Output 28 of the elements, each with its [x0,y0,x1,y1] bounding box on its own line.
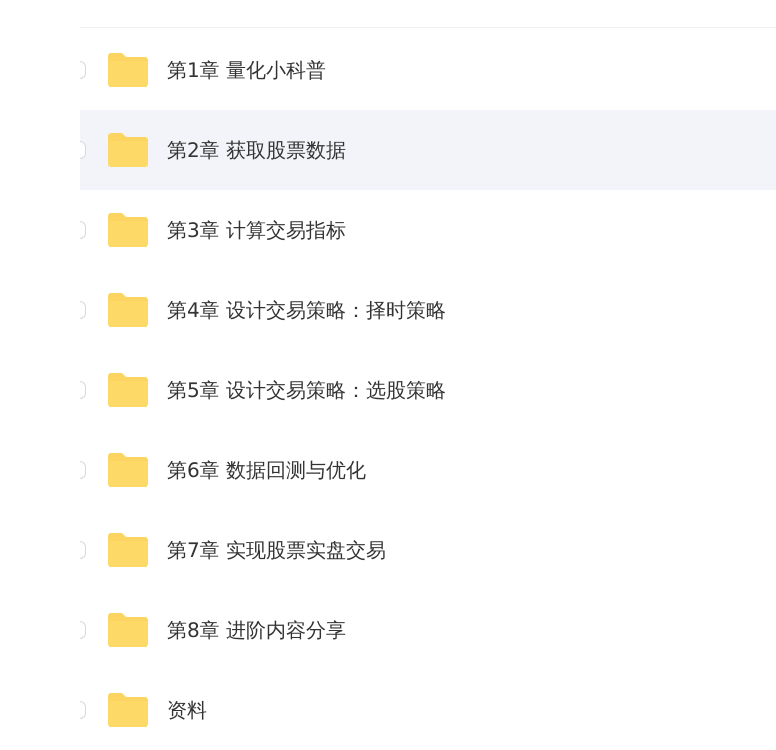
checkbox[interactable] [80,141,86,159]
folder-icon [108,293,148,327]
folder-name: 第7章 实现股票实盘交易 [167,536,386,564]
checkbox[interactable] [80,541,86,559]
folder-icon [108,533,148,567]
checkbox[interactable] [80,621,86,639]
folder-name: 第5章 设计交易策略：选股策略 [167,376,446,404]
folder-name: 第8章 进阶内容分享 [167,616,346,644]
folder-name: 第4章 设计交易策略：择时策略 [167,296,446,324]
checkbox[interactable] [80,701,86,719]
checkbox[interactable] [80,61,86,79]
checkbox[interactable] [80,381,86,399]
checkbox[interactable] [80,461,86,479]
folder-icon [108,453,148,487]
checkbox[interactable] [80,301,86,319]
folder-name: 第2章 获取股票数据 [167,136,346,164]
folder-icon [108,133,148,167]
folder-name: 第6章 数据回测与优化 [167,456,366,484]
folder-icon [108,373,148,407]
folder-name: 第3章 计算交易指标 [167,216,346,244]
folder-icon [108,693,148,727]
checkbox[interactable] [80,221,86,239]
folder-icon [108,613,148,647]
folder-name: 第1章 量化小科普 [167,56,326,84]
folder-name: 资料 [167,696,207,724]
file-row[interactable]: 第2章 获取股票数据 [80,110,776,190]
folder-icon [108,53,148,87]
folder-icon [108,213,148,247]
